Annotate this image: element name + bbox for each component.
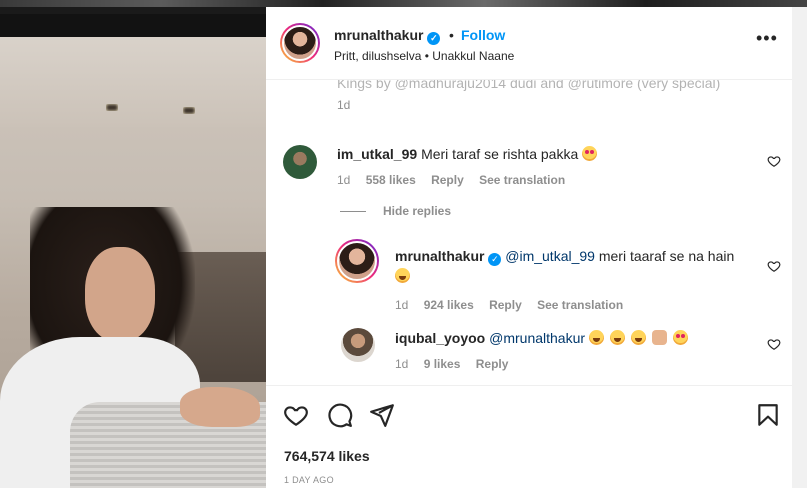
bookmark-icon[interactable] [755,402,781,428]
ceiling-light [106,104,118,111]
reply-time[interactable]: 1d [395,298,408,312]
reply-meta: 1d 9 likes Reply [395,357,520,371]
reply-reply-button[interactable]: Reply [489,298,522,312]
verified-badge-icon: ✓ [488,253,502,266]
reply-text: meri taaraf se na hain [598,248,735,264]
post-likes-count[interactable]: 764,574 likes [284,448,370,464]
comment-icon[interactable] [327,402,353,428]
commenter-avatar[interactable] [283,145,317,179]
heart-eyes-emoji-icon [672,330,688,345]
comments-list[interactable]: Kings by @madhuraju2014 dudi and @rutimo… [266,80,792,385]
reply-mention[interactable]: @mrunalthakur [489,330,585,346]
hide-replies-button[interactable]: Hide replies [383,204,451,218]
reply-time[interactable]: 1d [395,357,408,371]
clapping-hands-emoji-icon [651,330,667,345]
verified-badge-icon: ✓ [427,32,441,45]
laughing-emoji-icon [395,268,410,283]
laughing-emoji-icon [609,330,625,345]
more-options-icon[interactable]: ••• [756,29,778,47]
reply-username[interactable]: iqubal_yoyoo [395,330,485,346]
author-username[interactable]: mrunalthakur ✓ [334,27,441,45]
ceiling-light [183,107,195,114]
reply-mention[interactable]: @im_utkal_99 [505,248,595,264]
reply-author-avatar[interactable] [341,328,375,362]
post-photo[interactable] [0,7,266,488]
laughing-emoji-icon [630,330,646,345]
reply-username[interactable]: mrunalthakur [395,248,484,264]
share-icon[interactable] [369,402,395,428]
reply-like-heart-icon[interactable] [767,337,781,351]
author-username-text[interactable]: mrunalthakur [334,27,423,43]
comment-meta: 1d 558 likes Reply See translation [337,173,577,187]
reply-author-avatar[interactable] [335,239,379,283]
comment-see-translation[interactable]: See translation [479,173,565,187]
reply-reply-button[interactable]: Reply [476,357,509,371]
author-avatar[interactable] [280,23,320,63]
photo-subject-hand [180,387,260,427]
comment-time[interactable]: 1d [337,173,350,187]
comment-text: Meri taraf se rishta pakka [421,146,579,162]
reply-meta: 1d 924 likes Reply See translation [395,298,635,312]
comment-like-heart-icon[interactable] [767,154,781,168]
post-time-ago[interactable]: 1 DAY AGO [284,475,334,485]
heart-eyes-emoji-icon [582,146,598,161]
reply-body: mrunalthakur ✓ @im_utkal_99 meri taaraf … [395,246,755,286]
comment-body: im_utkal_99 Meri taraf se rishta pakka [337,146,599,162]
photo-ceiling [0,37,266,127]
reply-like-heart-icon[interactable] [767,259,781,273]
comment-likes[interactable]: 558 likes [366,173,416,187]
reply-likes[interactable]: 924 likes [424,298,474,312]
follow-button[interactable]: Follow [461,27,505,43]
reply-body: iqubal_yoyoo @mrunalthakur [395,330,690,346]
post-header: mrunalthakur ✓ • Follow Pritt, dilushsel… [266,7,792,80]
like-heart-icon[interactable] [283,402,309,428]
instagram-post-modal: mrunalthakur ✓ • Follow Pritt, dilushsel… [0,0,807,488]
header-separator: • [449,27,454,43]
post-actions-bar: 764,574 likes 1 DAY AGO [266,385,792,488]
laughing-emoji-icon [588,330,604,345]
comment-reply-button[interactable]: Reply [431,173,464,187]
reply-see-translation[interactable]: See translation [537,298,623,312]
comment-username[interactable]: im_utkal_99 [337,146,417,162]
window-scrollbar[interactable] [792,7,807,488]
caption-tail-text: Kings by @madhuraju2014 dudi and @rutimo… [337,80,721,91]
hide-replies-line [340,211,366,212]
background-feed-strip [0,0,807,7]
post-details-panel: mrunalthakur ✓ • Follow Pritt, dilushsel… [266,7,792,488]
reply-likes[interactable]: 9 likes [424,357,461,371]
caption-timestamp[interactable]: 1d [337,98,350,112]
post-audio-subtitle[interactable]: Pritt, dilushselva • Unakkul Naane [334,49,514,63]
photo-subject-face [85,247,155,342]
